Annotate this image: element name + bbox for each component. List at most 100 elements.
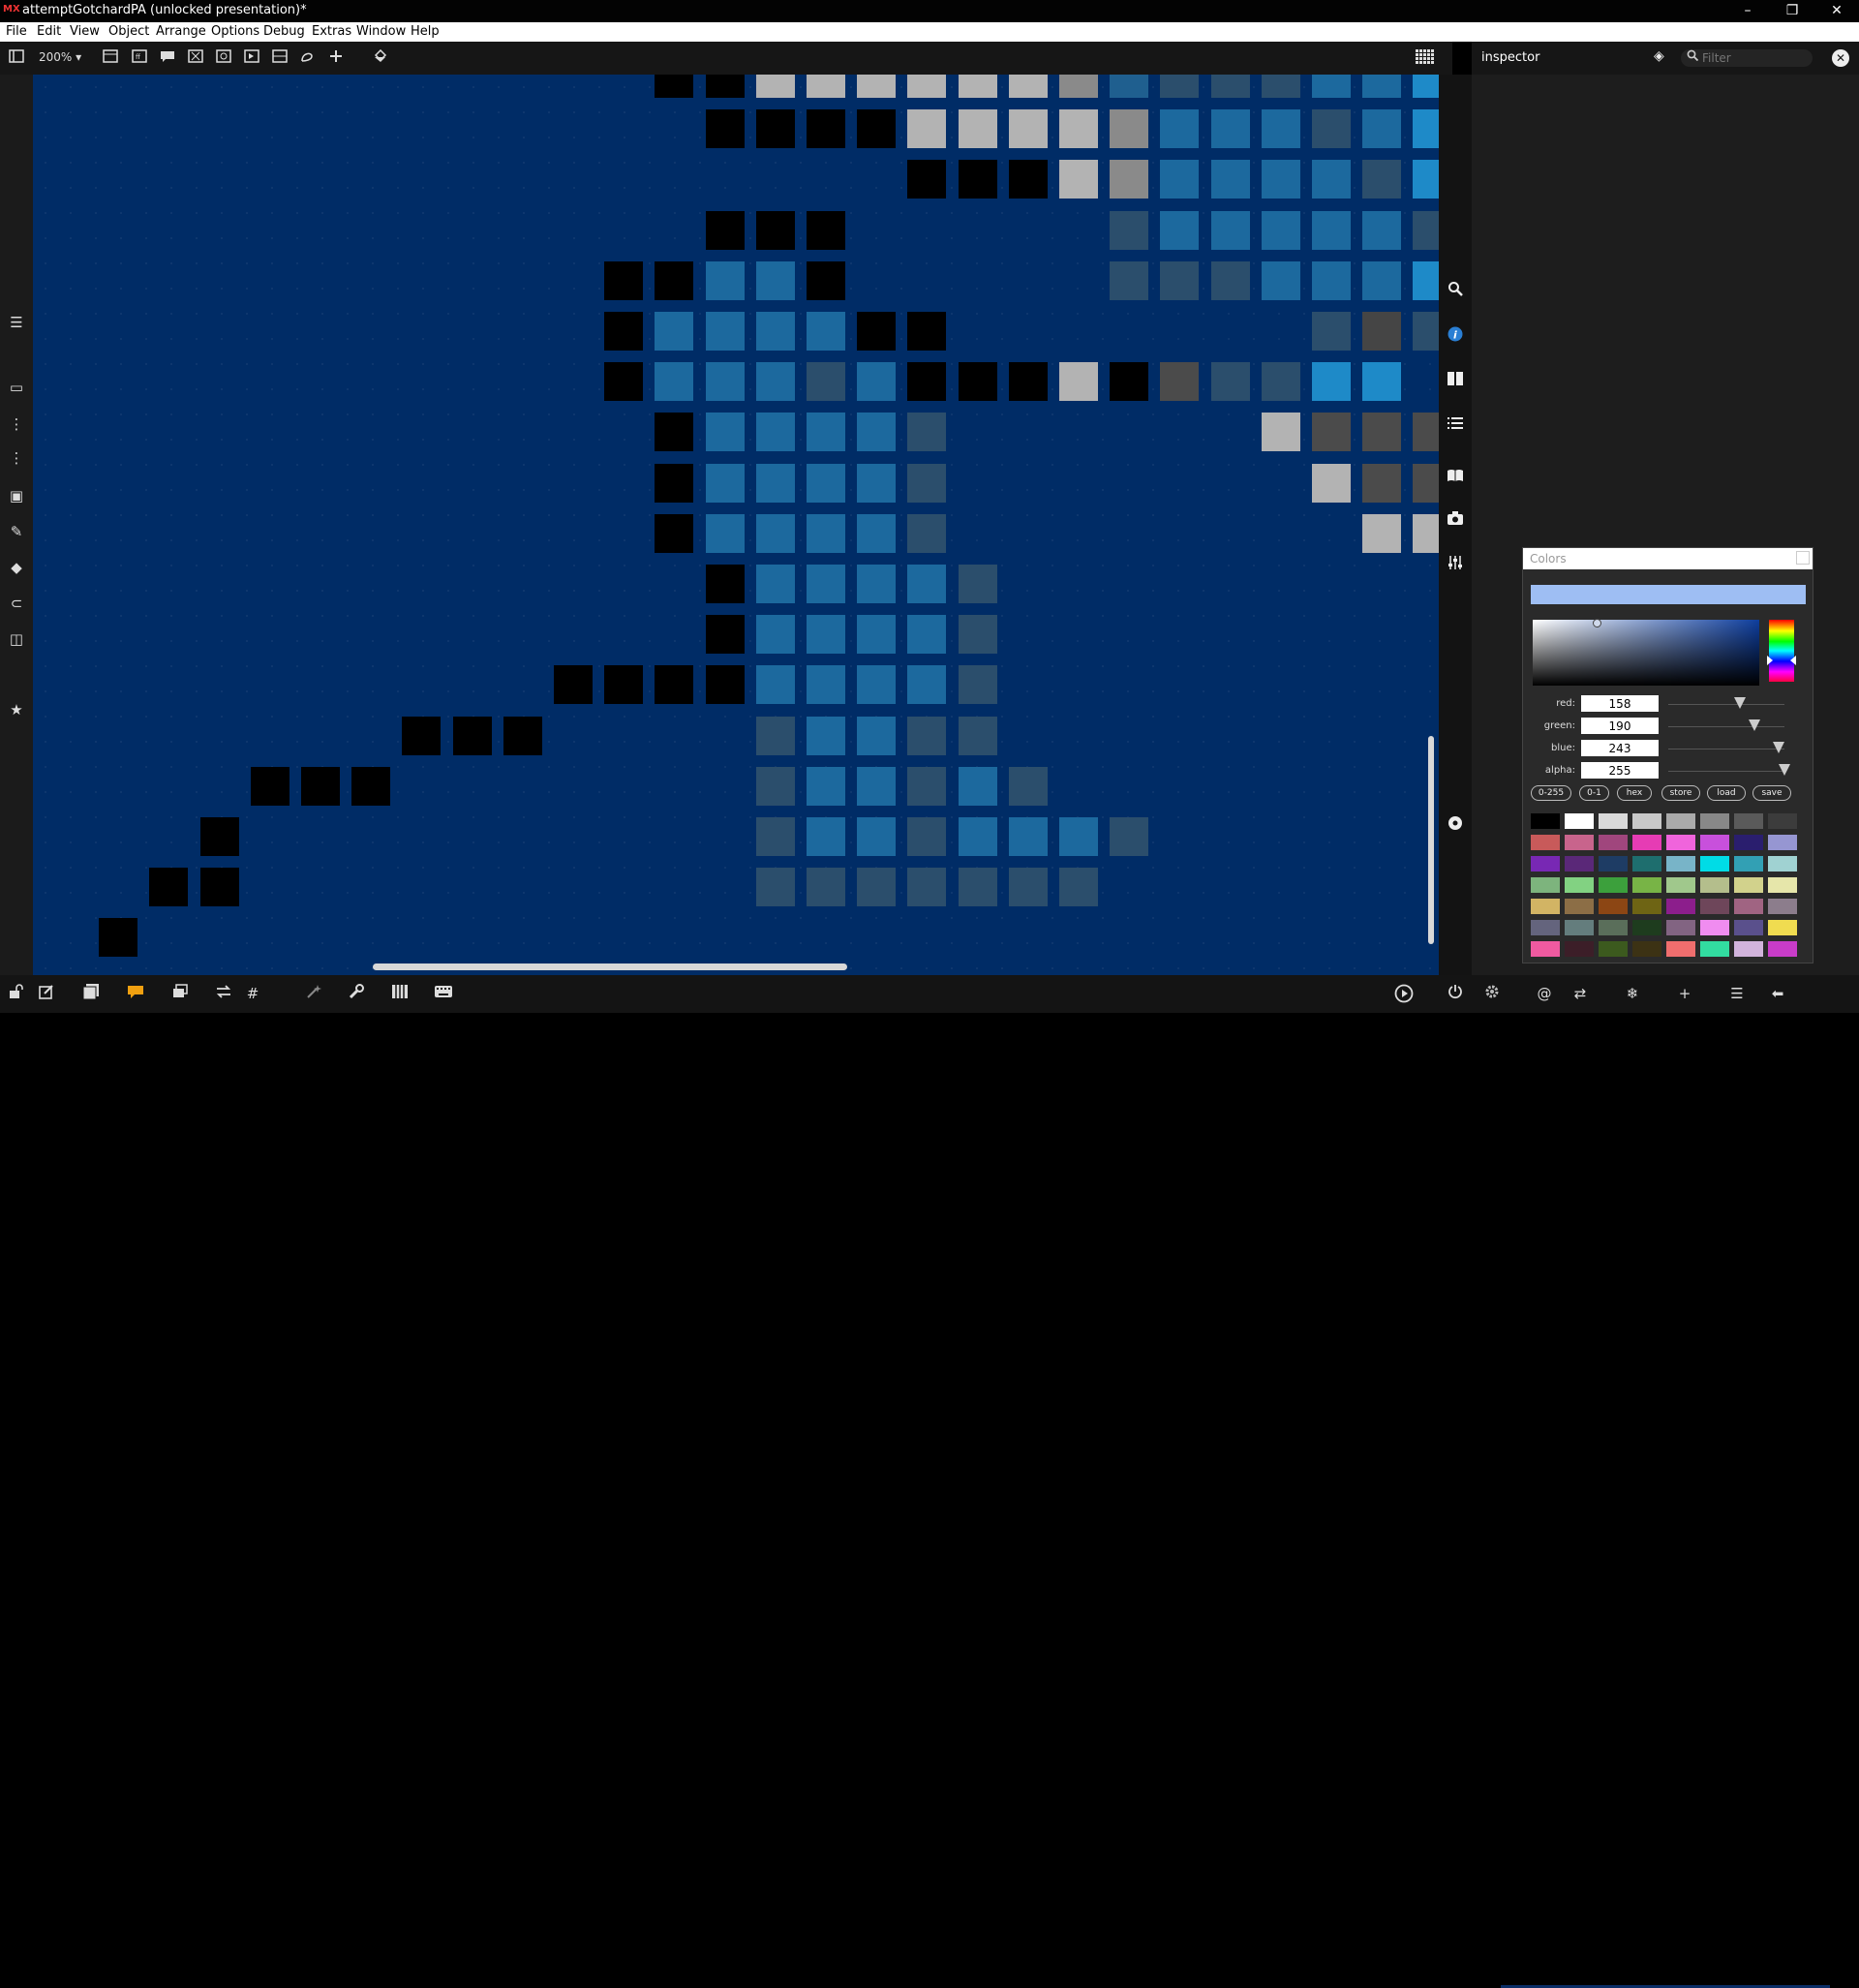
- menu-view[interactable]: View: [70, 24, 100, 39]
- pixel-cell[interactable]: [857, 817, 897, 856]
- plugin-icon[interactable]: ◆: [7, 558, 26, 577]
- pixel-cell[interactable]: [907, 615, 947, 655]
- link-icon[interactable]: ⊂: [7, 594, 26, 613]
- pixel-cell[interactable]: [604, 362, 644, 402]
- color-swatch[interactable]: [1734, 813, 1763, 829]
- color-swatch[interactable]: [1666, 877, 1695, 893]
- pixel-cell[interactable]: [705, 565, 745, 603]
- pixel-cell[interactable]: [655, 312, 694, 351]
- pixel-cell[interactable]: [1008, 75, 1048, 98]
- pixel-cell[interactable]: [857, 413, 897, 452]
- pixel-cell[interactable]: [1312, 463, 1351, 503]
- pixel-cell[interactable]: [705, 260, 745, 300]
- color-swatch[interactable]: [1599, 856, 1628, 872]
- pixel-cell[interactable]: [857, 109, 897, 149]
- pixel-cell[interactable]: [1362, 210, 1402, 250]
- pixel-cell[interactable]: [1362, 160, 1402, 199]
- color-swatch[interactable]: [1768, 835, 1797, 850]
- color-swatch[interactable]: [1531, 877, 1560, 893]
- pixel-cell[interactable]: [755, 260, 795, 300]
- pixel-cell[interactable]: [1413, 210, 1439, 250]
- pixel-cell[interactable]: [1312, 362, 1351, 402]
- pixel-cell[interactable]: [807, 413, 845, 452]
- pixel-cell[interactable]: [1160, 160, 1200, 199]
- pixel-cell[interactable]: [755, 817, 795, 856]
- color-swatch[interactable]: [1700, 856, 1729, 872]
- pixel-cell[interactable]: [907, 565, 947, 603]
- pixel-cell[interactable]: [705, 109, 745, 149]
- pixel-cell[interactable]: [1210, 260, 1250, 300]
- pixel-cell[interactable]: [1059, 109, 1098, 149]
- color-swatch[interactable]: [1700, 877, 1729, 893]
- color-swatch[interactable]: [1632, 813, 1661, 829]
- color-swatch[interactable]: [1632, 877, 1661, 893]
- color-swatch[interactable]: [1700, 813, 1729, 829]
- duplicate-icon[interactable]: [170, 984, 190, 1003]
- menu-options[interactable]: Options: [211, 24, 259, 39]
- sidebar-toggle-icon[interactable]: [7, 48, 26, 68]
- pixel-cell[interactable]: [755, 463, 795, 503]
- pixel-cell[interactable]: [807, 817, 845, 856]
- pixel-cell[interactable]: [958, 615, 997, 655]
- pixel-cell[interactable]: [1059, 362, 1098, 402]
- pixel-cell[interactable]: [1008, 766, 1048, 806]
- pixel-cell[interactable]: [199, 868, 239, 907]
- pixel-cell[interactable]: [1008, 868, 1048, 907]
- pixel-cell[interactable]: [1312, 75, 1351, 98]
- info-icon[interactable]: i: [1446, 326, 1465, 346]
- pixel-cell[interactable]: [755, 766, 795, 806]
- field-tool-icon[interactable]: ff: [130, 48, 149, 68]
- pixel-cell[interactable]: [705, 463, 745, 503]
- close-inspector-icon[interactable]: ✕: [1832, 49, 1849, 67]
- pixel-cell[interactable]: [1210, 362, 1250, 402]
- settings-gear-icon[interactable]: [1482, 984, 1502, 1003]
- load-button[interactable]: load: [1707, 785, 1746, 801]
- pixel-cell[interactable]: [755, 312, 795, 351]
- color-swatch[interactable]: [1768, 899, 1797, 914]
- transfer-icon[interactable]: ⇄: [1570, 984, 1590, 1003]
- magic-wand-icon[interactable]: [304, 984, 323, 1003]
- pixel-cell[interactable]: [1261, 362, 1300, 402]
- color-swatch[interactable]: [1599, 899, 1628, 914]
- navigate-icon[interactable]: ◈: [1654, 48, 1671, 66]
- green-slider-track[interactable]: [1668, 726, 1784, 727]
- pixel-cell[interactable]: [807, 868, 845, 907]
- snowflake-icon[interactable]: ❄: [1623, 984, 1642, 1003]
- colors-close-icon[interactable]: [1796, 551, 1810, 565]
- pixel-cell[interactable]: [1312, 210, 1351, 250]
- keyboard-icon[interactable]: [434, 984, 453, 1003]
- pixel-cell[interactable]: [857, 615, 897, 655]
- pixel-cell[interactable]: [907, 817, 947, 856]
- colors-title-bar[interactable]: Colors: [1523, 548, 1813, 569]
- close-window-button[interactable]: ✕: [1814, 0, 1859, 22]
- pixel-cell[interactable]: [807, 766, 845, 806]
- hex-button[interactable]: hex: [1617, 785, 1652, 801]
- color-swatch[interactable]: [1531, 856, 1560, 872]
- hue-slider[interactable]: [1767, 620, 1796, 682]
- color-swatch[interactable]: [1599, 941, 1628, 957]
- audio-icon[interactable]: ⋮: [7, 414, 26, 434]
- panels-icon[interactable]: [1446, 371, 1465, 390]
- color-swatch[interactable]: [1599, 920, 1628, 935]
- pixel-cell[interactable]: [807, 260, 845, 300]
- pixel-cell[interactable]: [1008, 362, 1048, 402]
- color-swatch[interactable]: [1565, 813, 1594, 829]
- pixel-cell[interactable]: [655, 513, 694, 553]
- pixel-cell[interactable]: [1210, 109, 1250, 149]
- blue-input[interactable]: [1581, 740, 1659, 756]
- add-icon[interactable]: +: [1675, 984, 1694, 1003]
- pixel-cell[interactable]: [907, 75, 947, 98]
- pixel-cell[interactable]: [705, 75, 745, 98]
- color-swatch[interactable]: [1700, 941, 1729, 957]
- pixel-cell[interactable]: [301, 766, 340, 806]
- color-swatch[interactable]: [1734, 835, 1763, 850]
- add-tool-icon[interactable]: [326, 48, 346, 68]
- color-swatch[interactable]: [1632, 856, 1661, 872]
- pixel-cell[interactable]: [1413, 312, 1439, 351]
- pixel-cell[interactable]: [907, 665, 947, 705]
- piano-icon[interactable]: [390, 984, 410, 1003]
- pixel-cell[interactable]: [1413, 413, 1439, 452]
- pixel-cell[interactable]: [1413, 160, 1439, 199]
- pixel-cell[interactable]: [1261, 210, 1300, 250]
- scrollbar-tool-icon[interactable]: [270, 48, 290, 68]
